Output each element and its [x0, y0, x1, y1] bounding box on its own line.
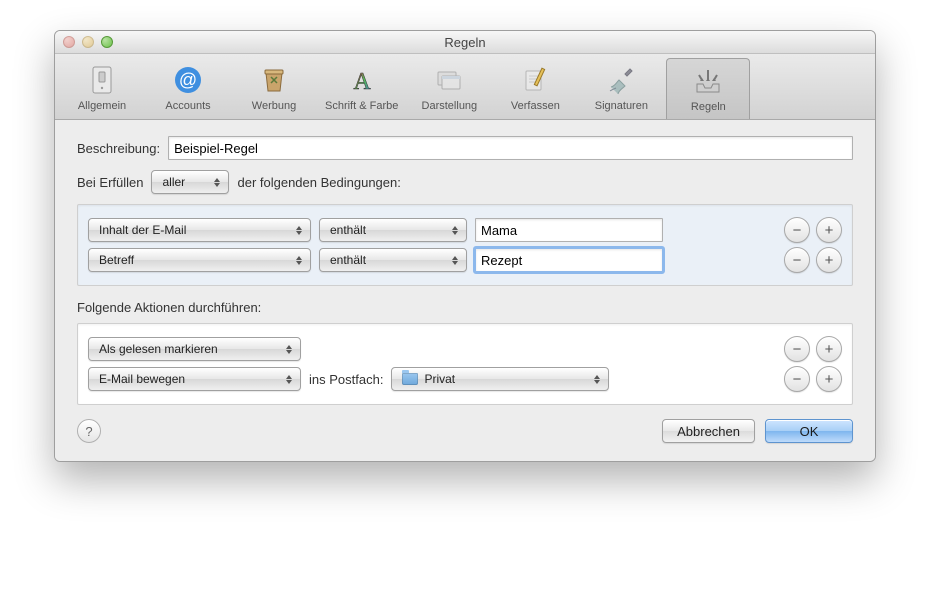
add-row-button[interactable]: +	[816, 336, 842, 362]
toolbar-label: Werbung	[239, 100, 309, 112]
toolbar-label: Regeln	[673, 101, 743, 113]
condition-row: Betreff enthält −+	[88, 247, 842, 273]
svg-text:@: @	[179, 70, 197, 90]
toolbar-label: Verfassen	[500, 100, 570, 112]
conditions-box: Inhalt der E-Mail enthält −+ Betreff enthält…	[77, 204, 853, 286]
preferences-window: Regeln Allgemein @ Accounts Werbung A Schrift…	[54, 30, 876, 462]
close-window-button[interactable]	[63, 36, 75, 48]
action-type-popup[interactable]: E-Mail bewegen	[88, 367, 301, 391]
toolbar-label: Accounts	[153, 100, 223, 112]
action-row: Als gelesen markieren −+	[88, 336, 842, 362]
cancel-button[interactable]: Abbrechen	[662, 419, 755, 443]
toolbar-label: Allgemein	[67, 100, 137, 112]
chevron-updown-icon	[294, 226, 304, 235]
toolbar-item-darstellung[interactable]: Darstellung	[408, 58, 490, 119]
toolbar-label: Schrift & Farbe	[325, 100, 398, 112]
toolbar-item-allgemein[interactable]: Allgemein	[61, 58, 143, 119]
toolbar-icon	[431, 62, 467, 98]
folder-icon	[402, 373, 418, 385]
actions-box: Als gelesen markieren −+ E-Mail bewegen ins…	[77, 323, 853, 405]
toolbar-icon	[603, 62, 639, 98]
toolbar-item-schrift-farbe[interactable]: A Schrift & Farbe	[319, 58, 404, 119]
ok-button[interactable]: OK	[765, 419, 853, 443]
toolbar-item-werbung[interactable]: Werbung	[233, 58, 315, 119]
actions-label: Folgende Aktionen durchführen:	[77, 300, 853, 315]
description-label: Beschreibung:	[77, 141, 160, 156]
action-target-popup[interactable]: Privat	[391, 367, 609, 391]
toolbar-icon	[256, 62, 292, 98]
toolbar-item-regeln[interactable]: Regeln	[666, 58, 750, 119]
toolbar-icon	[690, 63, 726, 99]
action-type-popup-value: E-Mail bewegen	[99, 372, 185, 386]
condition-mode-popup[interactable]: aller	[151, 170, 229, 194]
window-title: Regeln	[55, 35, 875, 50]
chevron-updown-icon	[212, 178, 222, 187]
remove-row-button[interactable]: −	[784, 336, 810, 362]
preferences-toolbar: Allgemein @ Accounts Werbung A Schrift & Farb…	[55, 54, 875, 120]
zoom-window-button[interactable]	[101, 36, 113, 48]
condition-value-input[interactable]	[475, 218, 663, 242]
action-target-value: Privat	[424, 372, 455, 386]
chevron-updown-icon	[294, 256, 304, 265]
toolbar-icon	[84, 62, 120, 98]
remove-row-button[interactable]: −	[784, 247, 810, 273]
toolbar-icon	[517, 62, 553, 98]
add-row-button[interactable]: +	[816, 366, 842, 392]
toolbar-item-accounts[interactable]: @ Accounts	[147, 58, 229, 119]
toolbar-label: Signaturen	[586, 100, 656, 112]
condition-operator-popup[interactable]: enthält	[319, 218, 467, 242]
minimize-window-button[interactable]	[82, 36, 94, 48]
add-row-button[interactable]: +	[816, 247, 842, 273]
titlebar: Regeln	[55, 31, 875, 54]
remove-row-button[interactable]: −	[784, 217, 810, 243]
condition-row: Inhalt der E-Mail enthält −+	[88, 217, 842, 243]
rule-sheet: Beschreibung: Bei Erfüllen aller der fol…	[55, 120, 875, 461]
action-type-popup-value: Als gelesen markieren	[99, 342, 218, 356]
toolbar-item-verfassen[interactable]: Verfassen	[494, 58, 576, 119]
toolbar-item-signaturen[interactable]: Signaturen	[580, 58, 662, 119]
toolbar-icon: @	[170, 62, 206, 98]
conditions-suffix: der folgenden Bedingungen:	[237, 175, 400, 190]
help-button[interactable]: ?	[77, 419, 101, 443]
condition-field-popup[interactable]: Betreff	[88, 248, 311, 272]
chevron-updown-icon	[450, 256, 460, 265]
add-row-button[interactable]: +	[816, 217, 842, 243]
condition-value-input[interactable]	[475, 248, 663, 272]
toolbar-icon: A	[344, 62, 380, 98]
chevron-updown-icon	[284, 375, 294, 384]
chevron-updown-icon	[450, 226, 460, 235]
condition-field-popup-value: Inhalt der E-Mail	[99, 223, 186, 237]
action-row: E-Mail bewegen ins Postfach: Privat −+	[88, 366, 842, 392]
action-type-popup[interactable]: Als gelesen markieren	[88, 337, 301, 361]
traffic-lights	[63, 36, 113, 48]
toolbar-label: Darstellung	[414, 100, 484, 112]
condition-mode-value: aller	[162, 175, 185, 189]
condition-operator-popup-value: enthält	[330, 223, 366, 237]
condition-operator-popup[interactable]: enthält	[319, 248, 467, 272]
conditions-prefix: Bei Erfüllen	[77, 175, 143, 190]
chevron-updown-icon	[592, 375, 602, 384]
condition-field-popup-value: Betreff	[99, 253, 134, 267]
svg-text:A: A	[353, 69, 371, 95]
condition-operator-popup-value: enthält	[330, 253, 366, 267]
remove-row-button[interactable]: −	[784, 366, 810, 392]
chevron-updown-icon	[284, 345, 294, 354]
condition-field-popup[interactable]: Inhalt der E-Mail	[88, 218, 311, 242]
description-input[interactable]	[168, 136, 853, 160]
into-mailbox-label: ins Postfach:	[309, 372, 383, 387]
